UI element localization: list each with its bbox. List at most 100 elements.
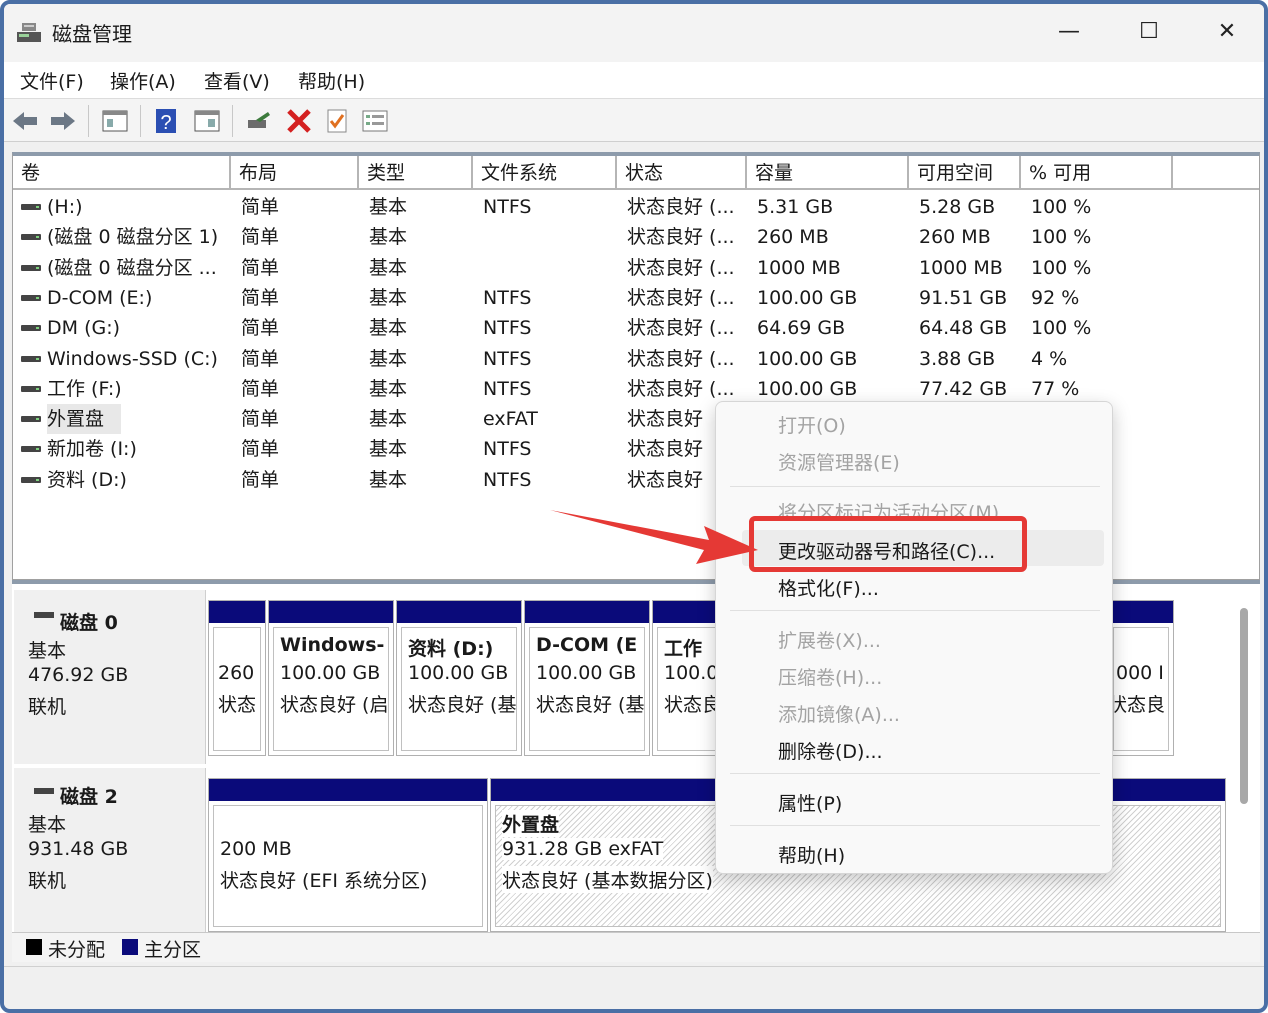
disk-management-window: 磁盘管理 — ☐ ✕ 文件(F) 操作(A) 查看(V) 帮助(H) ? 卷 布…: [0, 0, 1268, 1013]
table-row[interactable]: 工作 (F:) 简单 基本 NTFS 状态良好 (... 100.00 GB 77.42 G…: [13, 374, 1259, 404]
volume-icon: [21, 234, 41, 241]
volume-icon: [21, 204, 41, 210]
menu-item-properties[interactable]: 属性(P): [778, 789, 842, 816]
partition-tile[interactable]: Windows- 100.00 GB 状态良好 (启: [268, 600, 394, 756]
partition-tile[interactable]: 200 MB 状态良好 (EFI 系统分区): [208, 778, 488, 932]
cell-layout: 简单: [241, 256, 280, 279]
menu-item-extend[interactable]: 扩展卷(X)...: [778, 626, 881, 653]
menu-file[interactable]: 文件(F): [20, 67, 84, 94]
cell-layout: 简单: [241, 226, 280, 249]
partition-tile[interactable]: 工作 100.0 状态良: [652, 600, 722, 756]
column-header-free-space[interactable]: 可用空间: [909, 156, 1021, 190]
partition-tile[interactable]: 260 状态: [208, 600, 266, 756]
legend: 未分配 主分区: [12, 932, 1260, 962]
connect-icon[interactable]: [244, 106, 274, 136]
table-row[interactable]: Windows-SSD (C:) 简单 基本 NTFS 状态良好 (... 100.00 …: [13, 344, 1259, 374]
window-title: 磁盘管理: [52, 22, 132, 46]
cell-capacity: 5.31 GB: [757, 196, 834, 218]
disk-size: 931.48 GB: [28, 838, 129, 860]
cell-type: 基本: [369, 196, 408, 218]
menu-help[interactable]: 帮助(H): [298, 67, 365, 94]
volume-icon: [21, 294, 41, 301]
disk-0-label[interactable]: 磁盘 0 基本 476.92 GB 联机: [14, 590, 206, 764]
cell-fs: NTFS: [483, 286, 532, 309]
table-row[interactable]: (磁盘 0 磁盘分区 1) 简单 基本 状态良好 (... 260 MB 260 MB 10…: [13, 222, 1259, 252]
menu-item-delete-volume[interactable]: 删除卷(D)...: [778, 737, 883, 764]
column-header-status[interactable]: 状态: [617, 156, 747, 190]
cell-type: 基本: [369, 408, 408, 431]
legend-primary: 主分区: [144, 939, 202, 961]
checkbox-icon[interactable]: [322, 106, 352, 136]
forward-arrow-icon[interactable]: [48, 106, 78, 136]
volume-icon: [21, 385, 41, 392]
cell-layout: 简单: [241, 408, 280, 431]
volume-icon: [21, 325, 41, 332]
cell-capacity: 260 MB: [757, 226, 829, 249]
view-icon[interactable]: [100, 106, 130, 136]
table-row[interactable]: (磁盘 0 磁盘分区 ... 简单 基本 状态良好 (... 1000 MB 1000 M…: [13, 253, 1259, 283]
cell-volume: (H:): [47, 196, 83, 218]
menu-item-format[interactable]: 格式化(F)...: [778, 574, 879, 601]
menu-action[interactable]: 操作(A): [110, 67, 176, 94]
cell-type: 基本: [369, 468, 408, 491]
minimize-button[interactable]: —: [1034, 10, 1104, 54]
cell-status: 状态良好 (...: [627, 377, 735, 400]
column-header-volume[interactable]: 卷: [13, 156, 231, 190]
column-header-capacity[interactable]: 容量: [747, 156, 909, 190]
cell-capacity: 100.00 GB: [757, 377, 858, 400]
disk-state: 联机: [28, 870, 67, 892]
close-button[interactable]: ✕: [1192, 10, 1262, 54]
column-header-percent-free[interactable]: % 可用: [1021, 156, 1173, 190]
cell-fs: exFAT: [483, 408, 538, 431]
column-header-type[interactable]: 类型: [359, 156, 473, 190]
menu-item-shrink[interactable]: 压缩卷(H)...: [778, 663, 882, 690]
cell-status: 状态良好 (...: [627, 196, 735, 218]
back-arrow-icon[interactable]: [10, 106, 40, 136]
table-row[interactable]: (H:) 简单 基本 NTFS 状态良好 (... 5.31 GB 5.28 GB 100 %: [13, 192, 1259, 222]
cell-type: 基本: [369, 226, 408, 249]
cell-volume: DM (G:): [47, 317, 121, 340]
disk-state: 联机: [28, 696, 67, 718]
maximize-button[interactable]: ☐: [1114, 10, 1184, 54]
menu-item-explorer[interactable]: 资源管理器(E): [778, 448, 900, 475]
partition-tile[interactable]: 000 I 状态良: [1108, 600, 1174, 756]
volume-icon: [21, 416, 41, 423]
cell-pct: 92 %: [1031, 286, 1080, 309]
title-bar: 磁盘管理 — ☐ ✕: [4, 4, 1264, 62]
properties-icon[interactable]: [192, 106, 222, 136]
menu-item-mark-active[interactable]: 将分区标记为活动分区(M): [778, 498, 999, 516]
partition-tile[interactable]: 资料 (D:) 100.00 GB 状态良好 (基: [396, 600, 522, 756]
list-icon[interactable]: [360, 106, 390, 136]
svg-text:?: ?: [160, 112, 171, 134]
cell-type: 基本: [369, 256, 408, 279]
cell-fs: NTFS: [483, 438, 532, 461]
menu-item-help[interactable]: 帮助(H): [778, 841, 845, 868]
primary-swatch: [122, 939, 138, 955]
disk-name: 磁盘 0: [60, 612, 118, 634]
menu-item-add-mirror[interactable]: 添加镜像(A)...: [778, 700, 900, 727]
delete-icon[interactable]: [284, 106, 314, 136]
cell-fs: [483, 222, 613, 252]
menu-bar: 文件(F) 操作(A) 查看(V) 帮助(H): [4, 62, 1264, 98]
column-header-filesystem[interactable]: 文件系统: [473, 156, 617, 190]
help-icon[interactable]: ?: [152, 106, 182, 136]
scrollbar[interactable]: [1240, 608, 1248, 804]
cell-status: 状态良好 (...: [627, 286, 735, 309]
cell-capacity: 100.00 GB: [757, 286, 858, 309]
partition-tile[interactable]: D-COM (E 100.00 GB 状态良好 (基: [524, 600, 650, 756]
cell-type: 基本: [369, 377, 408, 400]
column-header-layout[interactable]: 布局: [231, 156, 359, 190]
disk-management-icon: [17, 23, 41, 42]
context-menu: 打开(O) 资源管理器(E) 将分区标记为活动分区(M) 更改驱动器号和路径(C…: [715, 401, 1113, 874]
table-row[interactable]: D-COM (E:) 简单 基本 NTFS 状态良好 (... 100.00 GB 91.5…: [13, 283, 1259, 313]
cell-pct: 100 %: [1031, 196, 1092, 218]
cell-free: 260 MB: [919, 226, 991, 249]
menu-view[interactable]: 查看(V): [204, 67, 270, 94]
menu-item-open[interactable]: 打开(O): [778, 411, 846, 438]
annotation-arrow-icon: [550, 510, 758, 564]
cell-status: 状态良好 (...: [627, 256, 735, 279]
table-row[interactable]: DM (G:) 简单 基本 NTFS 状态良好 (... 64.69 GB 64.48 GB…: [13, 313, 1259, 343]
disk-2-label[interactable]: 磁盘 2 基本 931.48 GB 联机: [14, 768, 206, 934]
cell-type: 基本: [369, 347, 408, 370]
volume-icon: [21, 476, 41, 483]
